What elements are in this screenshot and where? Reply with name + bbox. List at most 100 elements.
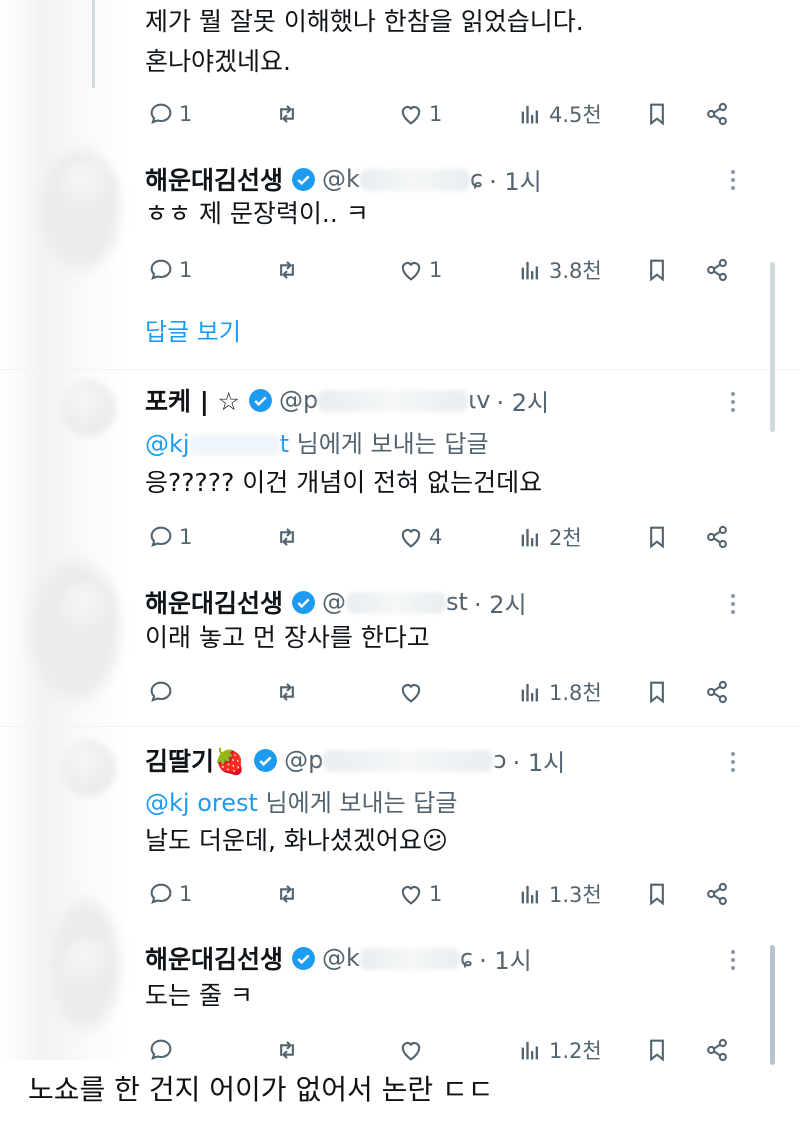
heart-icon [401, 262, 421, 281]
view-count: 1.2천 [549, 1039, 602, 1063]
more-options-icon[interactable] [726, 592, 740, 616]
views-button[interactable]: 2천 [517, 519, 582, 555]
retweet-button[interactable] [273, 1032, 301, 1068]
views-button[interactable]: 1.8천 [517, 674, 602, 710]
avatar[interactable] [60, 160, 116, 216]
share-button[interactable] [703, 876, 731, 912]
retweet-button[interactable] [273, 876, 301, 912]
bookmark-button[interactable] [643, 1032, 671, 1068]
like-button[interactable]: 4 [397, 519, 442, 555]
display-name[interactable]: 해운대김선생 [145, 161, 283, 197]
view-count: 1.8천 [549, 681, 602, 705]
more-options-icon[interactable] [726, 390, 740, 414]
verified-badge-icon [292, 946, 315, 970]
views-button[interactable]: 3.8천 [517, 252, 602, 288]
more-options-icon[interactable] [726, 948, 740, 972]
reply-button[interactable] [147, 674, 179, 710]
scrollbar-thumb[interactable] [770, 945, 775, 1065]
reply-icon [150, 883, 172, 904]
reply-icon [150, 103, 172, 124]
display-name[interactable]: 김딸기🍓 [145, 742, 245, 778]
show-replies-link[interactable]: 답글 보기 [145, 312, 241, 347]
like-button[interactable] [397, 1032, 429, 1068]
display-name[interactable]: 해운대김선생 [145, 584, 283, 620]
avatar[interactable] [60, 380, 116, 436]
more-options-icon[interactable] [726, 168, 740, 192]
like-button[interactable] [397, 674, 429, 710]
tweet-text: 이래 놓고 먼 장사를 한다고 [145, 623, 430, 652]
tweet-header: 김딸기🍓 @p ɔ · 1시 [145, 743, 565, 777]
verified-badge-icon [292, 590, 315, 614]
bookmark-button[interactable] [643, 876, 671, 912]
bookmark-button[interactable] [643, 519, 671, 555]
timestamp[interactable]: · 1시 [489, 162, 542, 197]
heart-icon [401, 886, 421, 905]
tweet-text: 날도 더운데, 화나셨겠어요😕 [145, 826, 448, 855]
share-button[interactable] [703, 252, 731, 288]
reply-count: 1 [179, 882, 193, 906]
user-handle[interactable]: @k ɕ [322, 944, 473, 972]
more-options-icon[interactable] [726, 750, 740, 774]
bookmark-button[interactable] [643, 674, 671, 710]
reply-button[interactable]: 1 [147, 96, 192, 132]
share-icon [707, 258, 727, 282]
share-icon [707, 882, 727, 906]
reply-icon [150, 259, 172, 280]
reply-count: 1 [179, 102, 193, 126]
user-handle[interactable]: @ st [322, 588, 468, 616]
reply-icon [150, 1039, 172, 1060]
views-icon [521, 261, 538, 280]
display-name[interactable]: 해운대김선생 [145, 940, 283, 976]
avatar[interactable] [60, 582, 116, 638]
user-handle[interactable]: @p ɔ [284, 746, 506, 774]
timestamp[interactable]: · 1시 [513, 743, 566, 778]
bookmark-button[interactable] [643, 96, 671, 132]
like-button[interactable]: 1 [397, 252, 442, 288]
share-button[interactable] [703, 519, 731, 555]
action-bar: 1.8천 [145, 674, 735, 710]
bookmark-button[interactable] [643, 252, 671, 288]
action-bar: 1.2천 [145, 1032, 735, 1068]
avatar[interactable] [60, 740, 116, 796]
retweet-icon [280, 261, 294, 279]
reply-button[interactable]: 1 [147, 252, 192, 288]
action-bar: 1 1 1.3천 [145, 876, 735, 912]
tweet-text: 응????? 이건 개념이 전혀 없는건데요 [145, 468, 543, 497]
user-handle[interactable]: @p ιv [279, 386, 491, 414]
bookmark-icon [650, 1039, 664, 1062]
scrollbar-thumb[interactable] [770, 262, 775, 432]
replying-to-handle[interactable]: @kj orest [145, 789, 258, 817]
heart-icon [401, 1042, 421, 1061]
tweet-text: 도는 줄 ㅋ [145, 981, 253, 1010]
bookmark-icon [650, 103, 664, 126]
bookmark-icon [650, 883, 664, 906]
retweet-button[interactable] [273, 674, 301, 710]
timestamp[interactable]: · 1시 [479, 941, 532, 976]
reply-button[interactable]: 1 [147, 519, 192, 555]
like-button[interactable]: 1 [397, 96, 442, 132]
avatar[interactable] [60, 938, 116, 994]
views-button[interactable]: 1.2천 [517, 1032, 602, 1068]
reply-count: 1 [179, 258, 193, 282]
reply-button[interactable]: 1 [147, 876, 192, 912]
display-name[interactable]: 포케 | ☆ [145, 382, 240, 418]
views-icon [521, 528, 538, 547]
heart-icon [401, 106, 421, 125]
views-button[interactable]: 1.3천 [517, 876, 602, 912]
share-button[interactable] [703, 1032, 731, 1068]
timestamp[interactable]: · 2시 [497, 383, 550, 418]
replying-to-label: 님에게 보내는 답글 [265, 789, 458, 817]
view-count: 3.8천 [549, 259, 602, 283]
user-handle[interactable]: @k ɕ [322, 165, 483, 193]
retweet-button[interactable] [273, 252, 301, 288]
share-icon [707, 680, 727, 704]
timestamp[interactable]: · 2시 [474, 585, 527, 620]
replying-to-handle[interactable]: @kj [145, 430, 190, 458]
share-button[interactable] [703, 96, 731, 132]
like-button[interactable]: 1 [397, 876, 442, 912]
retweet-button[interactable] [273, 96, 301, 132]
retweet-button[interactable] [273, 519, 301, 555]
reply-button[interactable] [147, 1032, 179, 1068]
share-button[interactable] [703, 674, 731, 710]
views-button[interactable]: 4.5천 [517, 96, 602, 132]
